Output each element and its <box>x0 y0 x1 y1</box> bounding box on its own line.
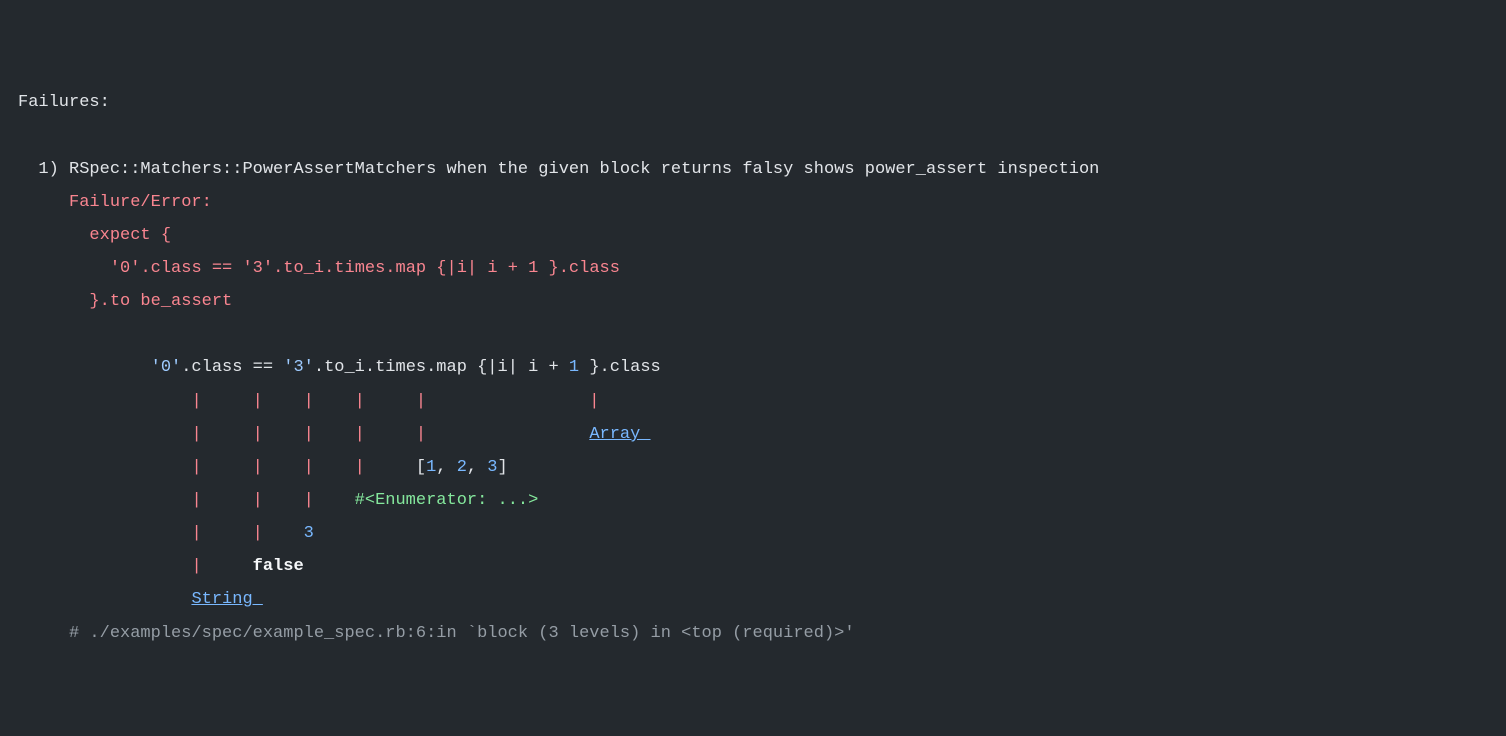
assert-false: false <box>253 557 304 576</box>
assert-pipes-4: | | | <box>191 491 354 510</box>
assert-expr-pre: '0' <box>151 358 182 377</box>
assert-string-link[interactable]: String <box>191 590 262 609</box>
assert-pipes-5: | | <box>191 524 303 543</box>
code-close: }.to be_assert <box>89 292 232 311</box>
assert-expr-mid1: .class <box>181 358 252 377</box>
assert-expr-op: == <box>253 358 273 377</box>
assert-array-link[interactable]: Array <box>589 425 650 444</box>
assert-pipes-1: | | | | | | <box>191 392 599 411</box>
assert-expr-one: 1 <box>569 358 579 377</box>
assert-pipes-2: | | | | | <box>191 425 589 444</box>
arr-2: 2 <box>457 458 467 477</box>
arr-1: 1 <box>426 458 436 477</box>
assert-three: 3 <box>304 524 314 543</box>
assert-expr-s3: '3' <box>273 358 314 377</box>
assert-expr-tail: }.class <box>579 358 661 377</box>
arr-open: [ <box>416 458 426 477</box>
arr-c2: , <box>467 458 487 477</box>
code-tail: }.class <box>538 259 620 278</box>
arr-c1: , <box>436 458 456 477</box>
item-number: 1) <box>18 160 69 179</box>
failure-error-label: Failure/Error: <box>69 193 212 212</box>
assert-pipes-6: | <box>191 557 252 576</box>
code-class: .class <box>140 259 211 278</box>
code-expect: expect { <box>89 226 171 245</box>
item-desc: RSpec::Matchers::PowerAssertMatchers whe… <box>69 160 1099 179</box>
failures-header: Failures: <box>18 93 110 112</box>
code-op: == <box>212 259 232 278</box>
arr-3: 3 <box>487 458 497 477</box>
assert-expr-chain: .to_i.times.map {|i| i + <box>314 358 569 377</box>
code-str3: '3' <box>232 259 273 278</box>
code-chain: .to_i.times.map {|i| i + <box>273 259 528 278</box>
code-one: 1 <box>528 259 538 278</box>
assert-enum: #<Enumerator: ...> <box>355 491 539 510</box>
assert-pipes-3: | | | | <box>191 458 415 477</box>
arr-close: ] <box>498 458 508 477</box>
stack-trace: # ./examples/spec/example_spec.rb:6:in `… <box>69 624 855 643</box>
code-str0: '0' <box>110 259 141 278</box>
